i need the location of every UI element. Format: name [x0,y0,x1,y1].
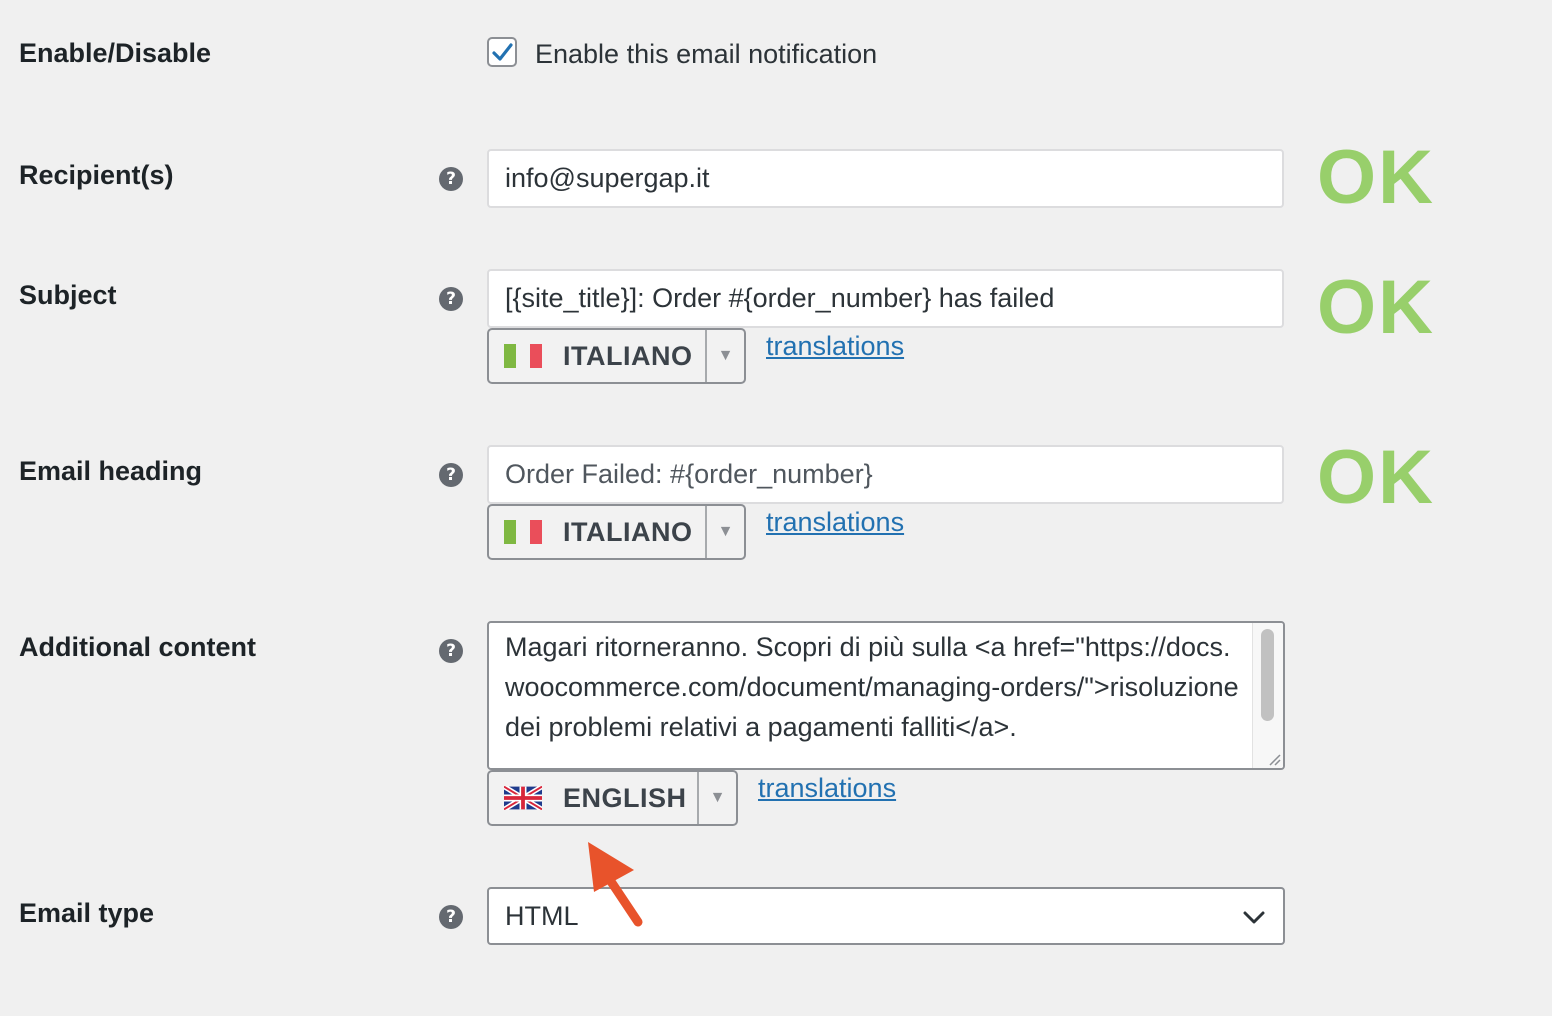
uk-flag-icon [504,786,542,810]
question-circle-icon[interactable]: ? [439,463,463,487]
enable-notification-label[interactable]: Enable this email notification [535,37,877,71]
email-heading-language-label: ITALIANO [563,516,693,547]
italy-flag-icon [504,520,542,544]
question-circle-icon[interactable]: ? [439,287,463,311]
email-type-selected: HTML [505,900,579,931]
question-circle-icon[interactable]: ? [439,905,463,929]
additional-content-label: Additional content [19,632,256,662]
chevron-down-icon [1243,911,1265,924]
additional-content-textarea[interactable]: Magari ritorneranno. Scopri di più sulla… [487,621,1285,770]
recipients-input[interactable]: info@supergap.it [487,149,1284,208]
resize-grip-icon[interactable] [1265,750,1281,766]
email-heading-translations-link[interactable]: translations [766,507,904,538]
subject-language-select[interactable]: ITALIANO ▼ [487,328,746,384]
enable-disable-label: Enable/Disable [19,38,212,68]
question-circle-icon[interactable]: ? [439,167,463,191]
subject-label: Subject [19,280,117,310]
email-heading-input[interactable]: Order Failed: #{order_number} [487,445,1284,504]
scrollbar-thumb[interactable] [1261,629,1274,721]
red-arrow-icon [588,842,643,927]
subject-input[interactable]: [{site_title}]: Order #{order_number} ha… [487,269,1284,328]
textarea-scrollbar[interactable] [1252,623,1283,768]
email-type-label: Email type [19,898,155,928]
caret-down-icon[interactable]: ▼ [705,330,744,382]
recipients-label: Recipient(s) [19,160,174,190]
italy-flag-icon [504,344,542,368]
additional-content-language-select[interactable]: ENGLISH ▼ [487,770,738,826]
checkmark-icon [492,43,513,61]
email-heading-ok-annotation: OK [1317,435,1435,520]
email-heading-language-select[interactable]: ITALIANO ▼ [487,504,746,560]
email-heading-label: Email heading [19,456,203,486]
subject-translations-link[interactable]: translations [766,331,904,362]
question-circle-icon[interactable]: ? [439,639,463,663]
enable-notification-checkbox[interactable] [487,37,517,67]
recipients-ok-annotation: OK [1317,135,1435,220]
additional-content-text[interactable]: Magari ritorneranno. Scopri di più sulla… [505,627,1245,747]
caret-down-icon[interactable]: ▼ [705,506,744,558]
subject-ok-annotation: OK [1317,265,1435,350]
subject-language-label: ITALIANO [563,340,693,371]
caret-down-icon[interactable]: ▼ [697,772,736,824]
additional-content-language-label: ENGLISH [563,782,687,813]
additional-content-translations-link[interactable]: translations [758,773,896,804]
